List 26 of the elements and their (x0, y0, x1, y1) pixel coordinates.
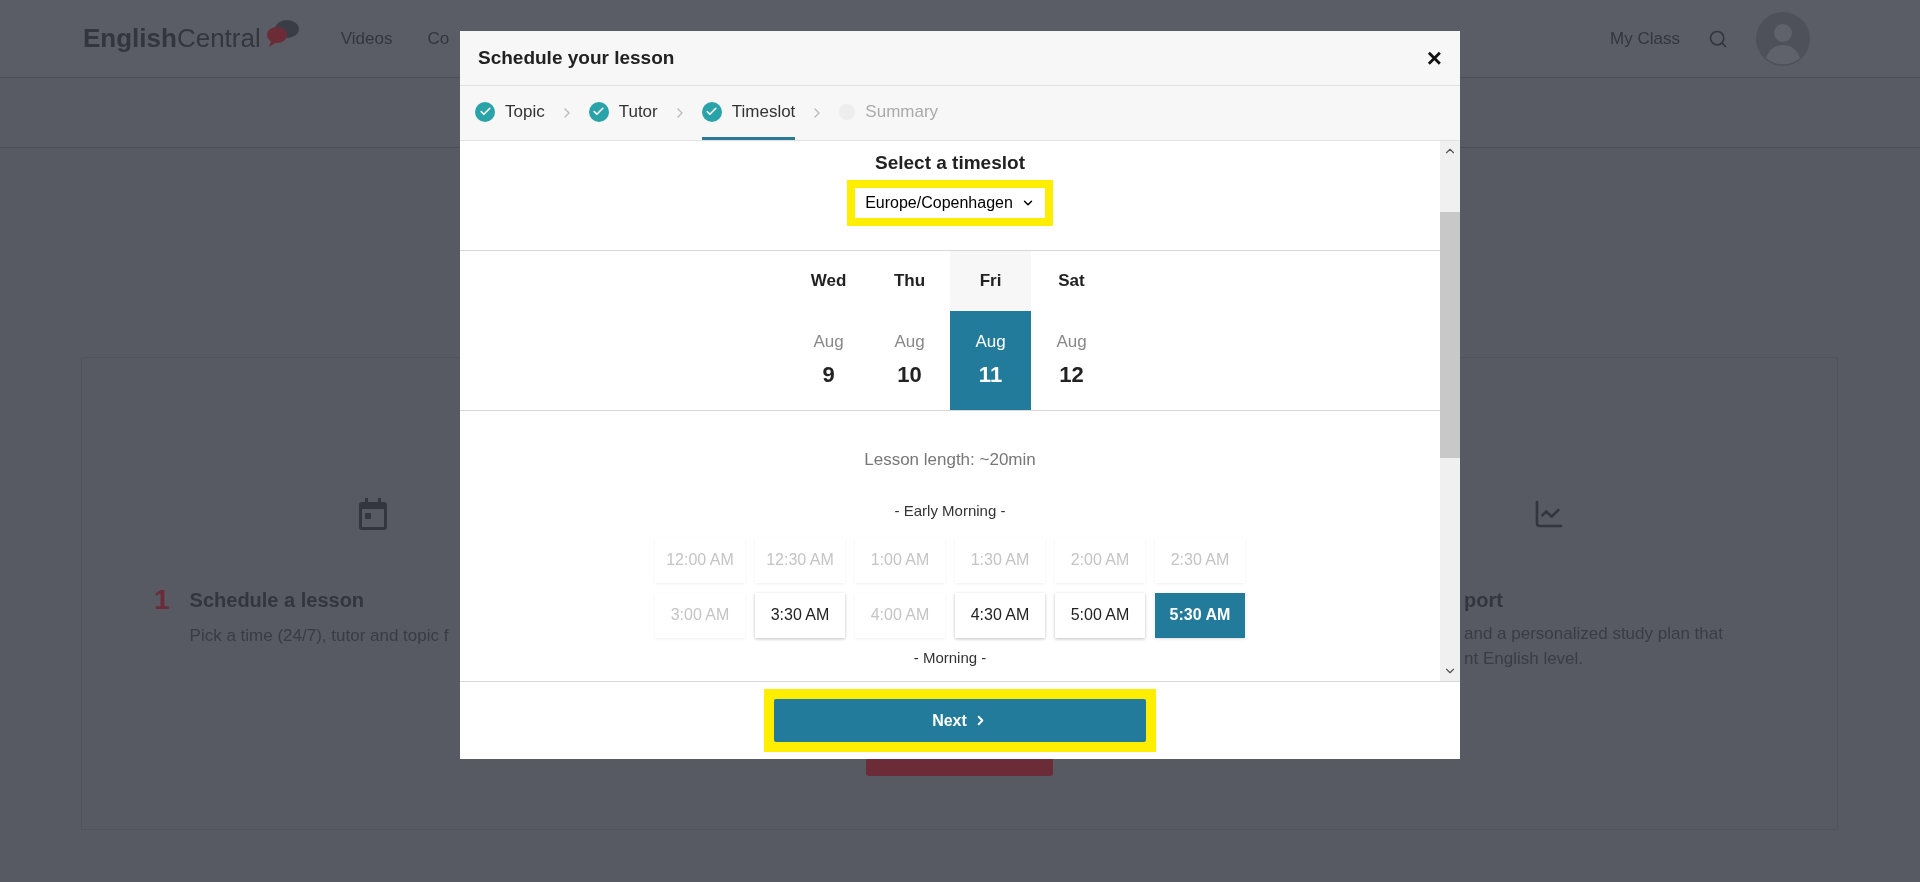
timeslot-button[interactable]: 5:30 AM (1155, 592, 1245, 638)
wizard-step[interactable]: Timeslot (701, 86, 796, 140)
section-heading: Select a timeslot (875, 151, 1025, 175)
timezone-select[interactable]: Europe/Copenhagen (855, 187, 1045, 218)
search-icon[interactable] (1708, 28, 1728, 49)
wizard-step[interactable]: Tutor (588, 86, 658, 140)
wizard-step[interactable]: Topic (475, 86, 545, 140)
timeslot-button[interactable]: 5:00 AM (1055, 592, 1145, 638)
calendar-icon (359, 498, 387, 530)
weekday-label: Thu (892, 269, 927, 292)
dialog-title: Schedule your lesson (478, 45, 675, 70)
speech-bubbles-icon (264, 18, 301, 47)
timeslot-button[interactable]: 3:30 AM (755, 592, 845, 638)
weekday-label: Sat (1057, 269, 1086, 292)
close-button[interactable]: × (1426, 45, 1442, 71)
timeslot-button[interactable]: 4:30 AM (955, 592, 1045, 638)
next-button[interactable]: Next (774, 699, 1146, 742)
section-label: - Morning - (913, 647, 987, 668)
lesson-length: Lesson length: ~20min (864, 448, 1036, 471)
weekday-label: Wed (809, 269, 848, 292)
chart-icon (1533, 498, 1565, 530)
scrollbar-thumb[interactable] (1440, 212, 1460, 458)
scrollbar[interactable] (1440, 141, 1460, 681)
weekday-label: Fri (950, 250, 1031, 311)
date-cell[interactable]: Aug 11 (950, 310, 1031, 410)
section-label: - Early Morning - (894, 501, 1006, 521)
